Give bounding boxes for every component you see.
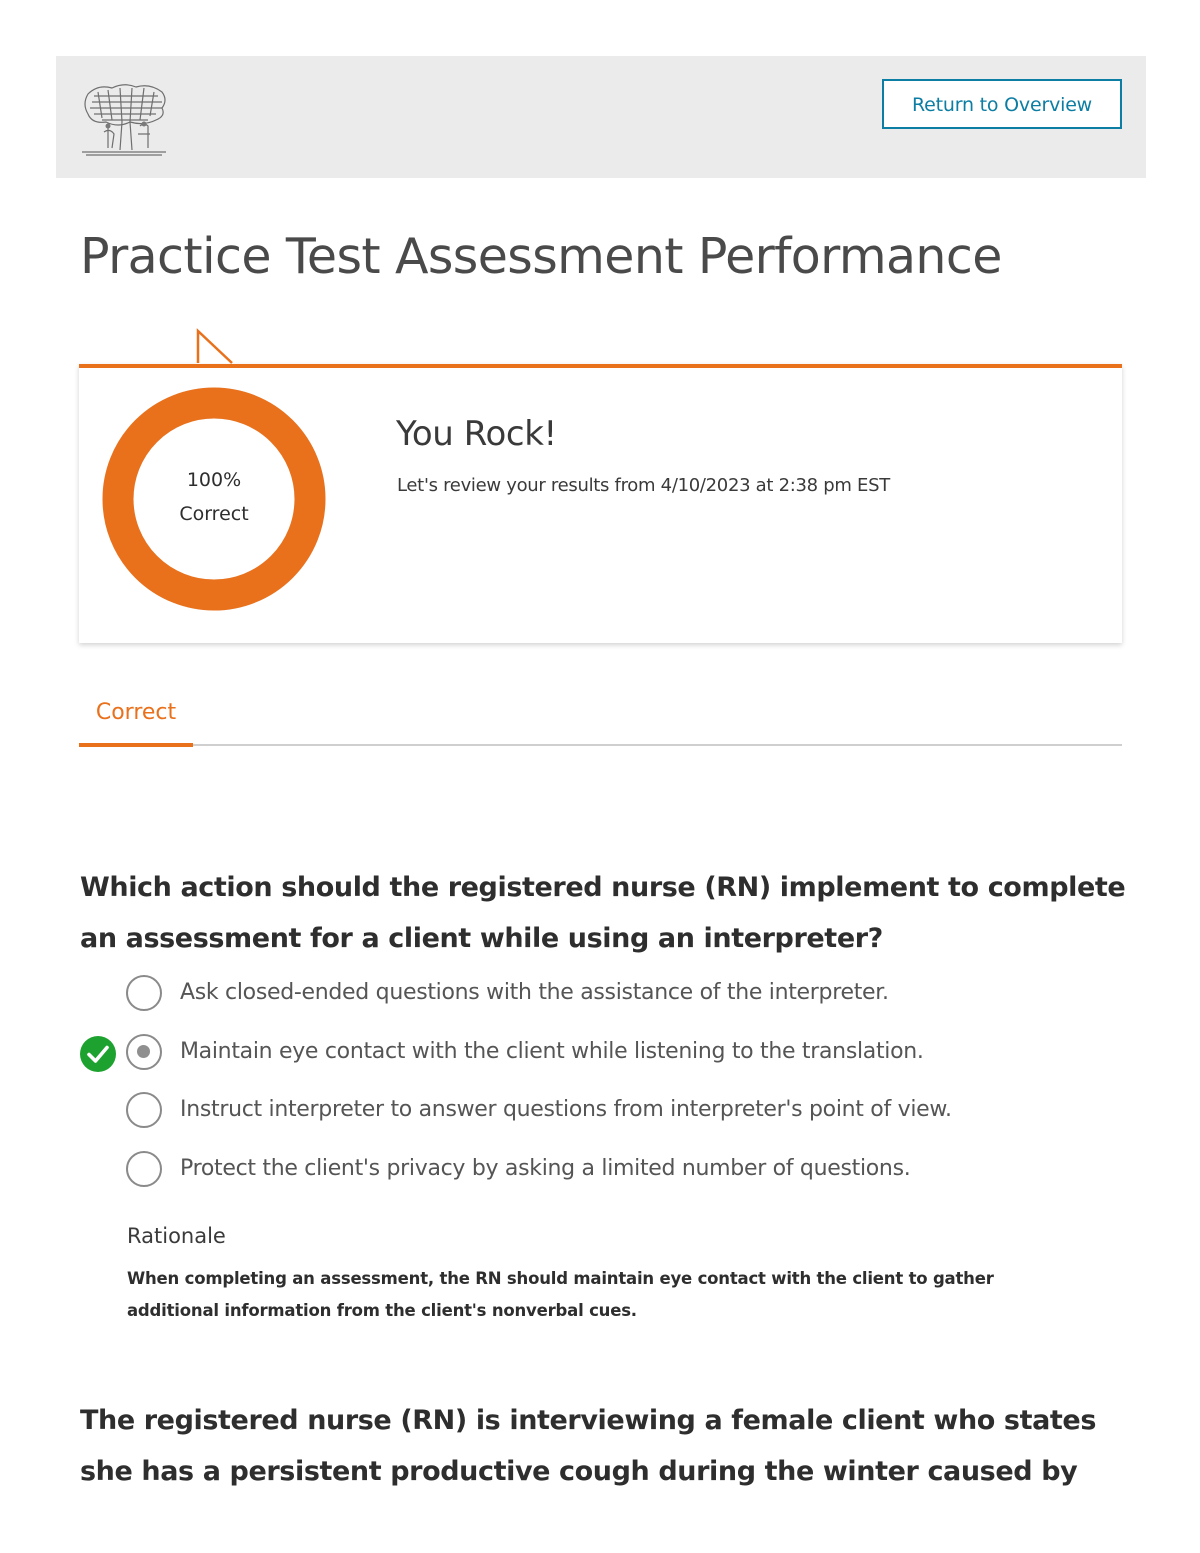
tab-correct[interactable]: Correct: [79, 700, 193, 747]
result-headline: You Rock!: [396, 414, 557, 454]
answer-option-label: Protect the client's privacy by asking a…: [180, 1156, 911, 1181]
page-title: Practice Test Assessment Performance: [80, 228, 1002, 285]
answer-option-2[interactable]: Maintain eye contact with the client whi…: [126, 1033, 1126, 1073]
score-label: 100% Correct: [102, 463, 326, 531]
answer-option-label: Ask closed-ended questions with the assi…: [180, 980, 889, 1005]
answer-option-4[interactable]: Protect the client's privacy by asking a…: [126, 1150, 1126, 1190]
question-2-text: The registered nurse (RN) is interviewin…: [80, 1405, 1097, 1487]
score-correct-label: Correct: [179, 503, 249, 525]
rationale-text: When completing an assessment, the RN sh…: [127, 1269, 994, 1320]
answer-option-3[interactable]: Instruct interpreter to answer questions…: [126, 1091, 1126, 1131]
return-to-overview-button[interactable]: Return to Overview: [882, 79, 1122, 129]
answer-option-1[interactable]: Ask closed-ended questions with the assi…: [126, 974, 1126, 1014]
radio-button[interactable]: [126, 975, 162, 1011]
tab-divider: [79, 744, 1122, 746]
correct-check-icon: [80, 1036, 116, 1072]
radio-button[interactable]: [126, 1151, 162, 1187]
radio-button-selected[interactable]: [126, 1034, 162, 1070]
radio-button[interactable]: [126, 1092, 162, 1128]
answer-option-label: Instruct interpreter to answer questions…: [180, 1097, 952, 1122]
question-1-text: Which action should the registered nurse…: [80, 872, 1126, 954]
answer-option-label: Maintain eye contact with the client whi…: [180, 1039, 924, 1064]
elsevier-tree-logo: [82, 84, 166, 156]
score-percent: 100%: [186, 469, 242, 491]
header-bar: Return to Overview: [56, 56, 1146, 178]
rationale-heading: Rationale: [127, 1224, 226, 1248]
review-timestamp-text: Let's review your results from 4/10/2023…: [397, 475, 890, 496]
